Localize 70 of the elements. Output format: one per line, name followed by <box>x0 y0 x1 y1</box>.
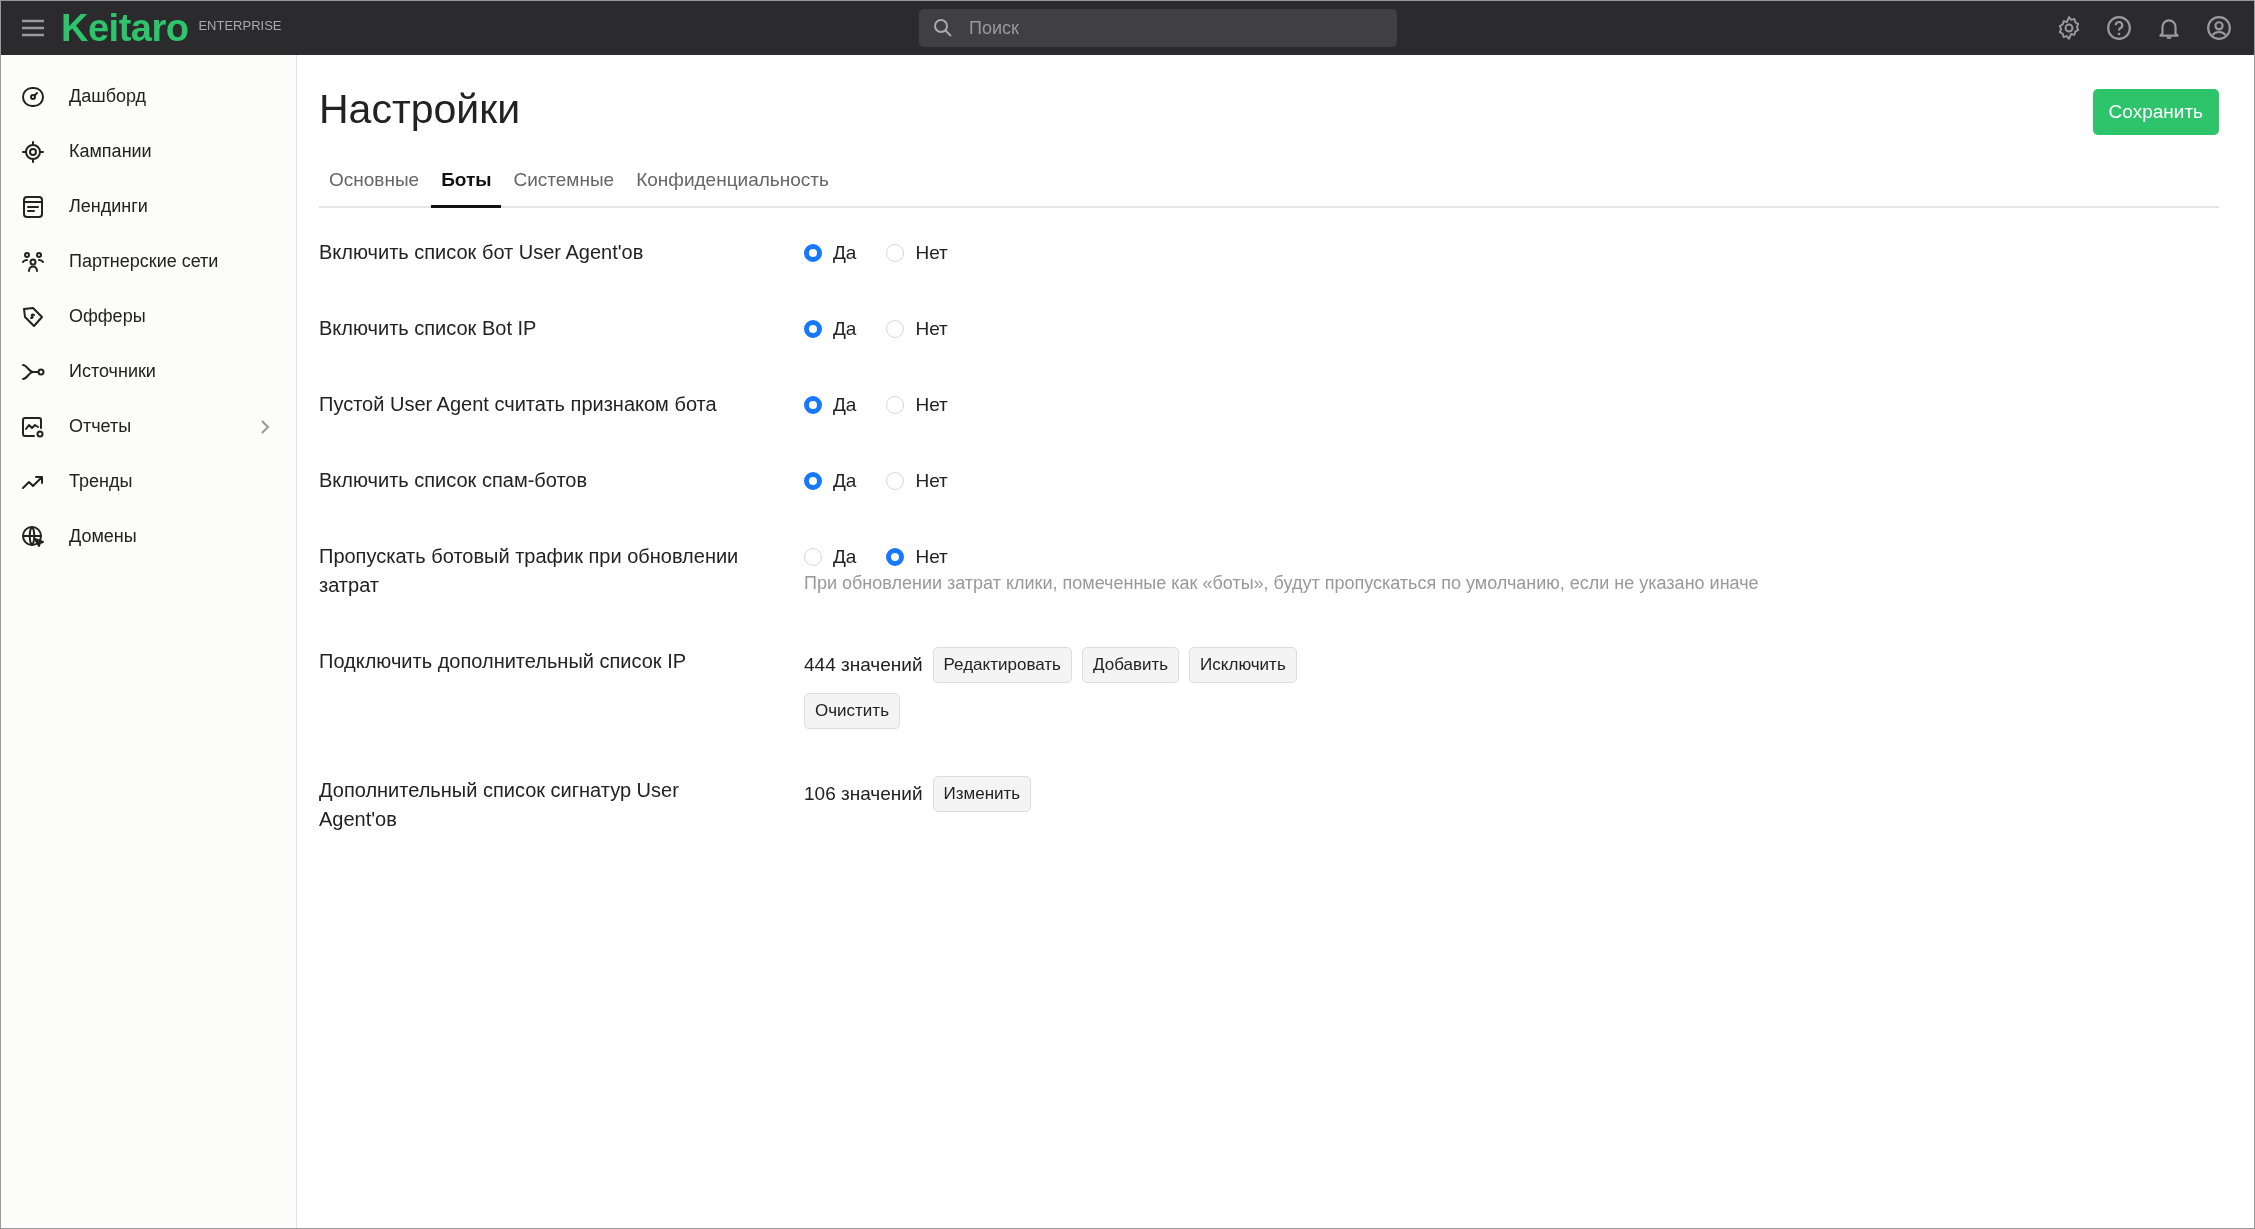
chart-icon <box>21 414 45 439</box>
radio-button[interactable] <box>886 547 905 566</box>
user-icon[interactable] <box>2206 15 2232 41</box>
radio-label: Нет <box>915 393 948 416</box>
radio-option[interactable]: Да <box>804 317 857 340</box>
action-button[interactable]: Редактировать <box>932 647 1072 683</box>
setting-label: Дополнительный список сигнатур User Agent'ов <box>319 778 680 832</box>
sidebar-item[interactable]: Тренды <box>1 454 296 509</box>
settings-icon[interactable] <box>2056 15 2082 41</box>
radio-label: Нет <box>915 545 948 568</box>
setting-label: Включить список Bot IP <box>319 316 538 341</box>
globe-icon <box>21 524 45 549</box>
tag-icon <box>21 304 45 329</box>
radio-button[interactable] <box>804 243 822 262</box>
document-icon <box>21 194 45 219</box>
edition-label: ENTERPRISE <box>198 17 282 33</box>
action-button[interactable]: Изменить <box>932 776 1032 812</box>
radio-option[interactable]: Да <box>804 545 857 568</box>
sidebar-item[interactable]: Отчеты <box>1 399 296 454</box>
tab[interactable]: Боты <box>431 159 502 208</box>
value-count: 444 значений <box>804 654 923 676</box>
radio-option[interactable]: Да <box>804 469 857 492</box>
setting-label: Включить список бот User Agent'ов <box>319 240 645 265</box>
setting-label: Включить список спам-ботов <box>319 468 589 493</box>
tab[interactable]: Основные <box>319 159 430 208</box>
setting-label: Подключить дополнительный список IP <box>319 649 688 674</box>
help-icon[interactable] <box>2106 15 2132 41</box>
radio-option[interactable]: Нет <box>886 545 948 568</box>
gauge-icon <box>21 84 45 109</box>
radio-label: Да <box>833 469 857 492</box>
radio-button[interactable] <box>804 395 822 414</box>
radio-option[interactable]: Да <box>804 393 857 416</box>
sidebar-item[interactable]: Источники <box>1 344 296 399</box>
radio-option[interactable]: Нет <box>886 317 948 340</box>
radio-label: Да <box>833 393 857 416</box>
setting-label: Пустой User Agent считать признаком бота <box>319 392 718 417</box>
target-icon <box>21 139 45 164</box>
radio-label: Нет <box>915 469 948 492</box>
hint-text: При обновлении затрат клики, помеченные как «боты», будут пропускаться по умолчанию, если не указано иначе <box>804 573 1760 594</box>
sidebar-item[interactable]: Домены <box>1 509 296 564</box>
search-field[interactable]: Поиск <box>919 9 1397 47</box>
search-icon <box>933 18 953 38</box>
chevron-right-icon <box>260 418 270 435</box>
sidebar-item[interactable]: Кампании <box>1 124 296 179</box>
people-icon <box>21 249 45 274</box>
radio-label: Нет <box>915 317 948 340</box>
radio-option[interactable]: Нет <box>886 241 948 264</box>
tab[interactable]: Системные <box>503 159 625 208</box>
action-button[interactable]: Добавить <box>1081 647 1180 683</box>
sidebar-item[interactable]: Дашборд <box>1 69 296 124</box>
radio-label: Нет <box>915 241 948 264</box>
radio-label: Да <box>833 317 857 340</box>
menu-icon[interactable] <box>21 19 45 37</box>
radio-option[interactable]: Нет <box>886 393 948 416</box>
action-button[interactable]: Исключить <box>1189 647 1297 683</box>
radio-button[interactable] <box>804 471 822 490</box>
radio-option[interactable]: Нет <box>886 469 948 492</box>
radio-button[interactable] <box>804 319 822 338</box>
logo[interactable]: Keitaro <box>61 6 189 50</box>
radio-label: Да <box>833 241 857 264</box>
action-button[interactable]: Очистить <box>804 693 900 729</box>
radio-label: Да <box>833 545 857 568</box>
sidebar-item[interactable]: Офферы <box>1 289 296 344</box>
page-title: Настройки <box>319 85 521 133</box>
radio-option[interactable]: Да <box>804 241 857 264</box>
tab[interactable]: Конфиденциальность <box>626 159 839 208</box>
sidebar-item[interactable]: Партнерские сети <box>1 234 296 289</box>
setting-label: Пропускать ботовый трафик при обновлении затрат <box>319 544 740 598</box>
sidebar-item[interactable]: Лендинги <box>1 179 296 234</box>
value-count: 106 значений <box>804 783 923 805</box>
